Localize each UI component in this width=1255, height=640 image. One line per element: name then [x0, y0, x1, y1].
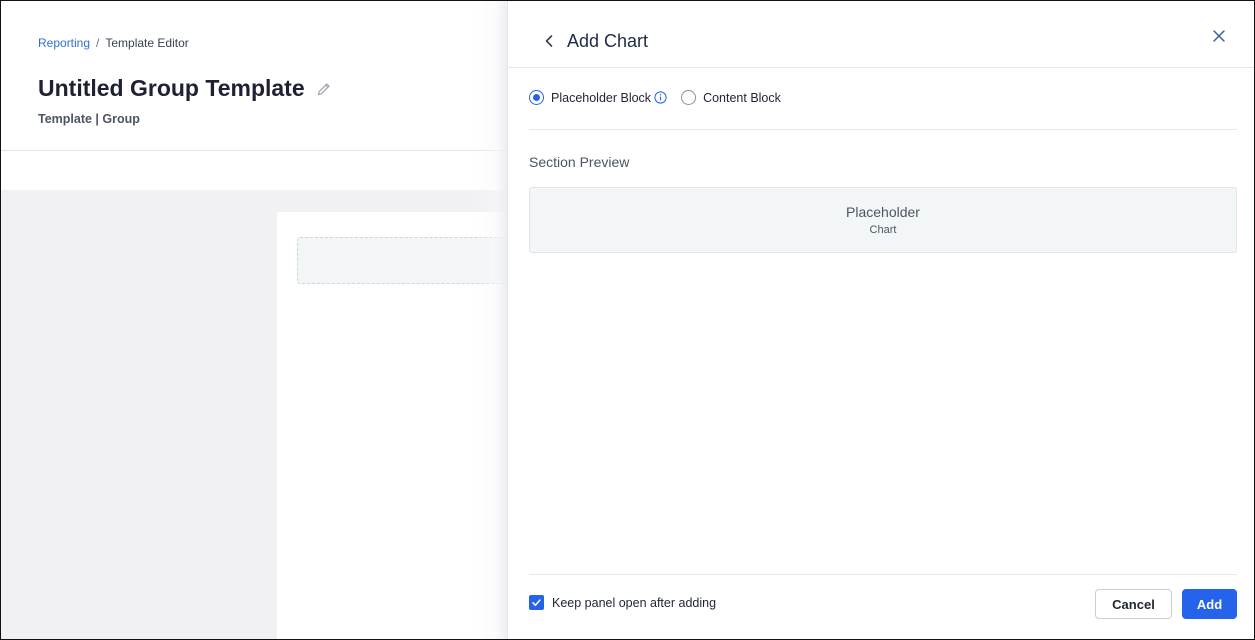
keep-panel-open-label: Keep panel open after adding — [552, 595, 717, 610]
divider — [529, 129, 1237, 130]
panel-shadow — [476, 1, 507, 639]
radio-placeholder-block[interactable]: Placeholder Block — [529, 90, 651, 105]
keep-panel-open-checkbox[interactable]: Keep panel open after adding — [529, 595, 716, 610]
breadcrumb-separator: / — [96, 36, 100, 50]
preview-subtitle: Chart — [869, 224, 897, 236]
back-button[interactable] — [542, 32, 556, 50]
preview-title: Placeholder — [846, 204, 920, 220]
block-type-radio-group: Placeholder Block Content Block — [529, 90, 781, 105]
close-button[interactable] — [1210, 27, 1228, 45]
cancel-button[interactable]: Cancel — [1095, 589, 1172, 619]
check-icon[interactable] — [529, 595, 544, 610]
info-icon[interactable] — [654, 91, 667, 104]
page-title: Untitled Group Template — [38, 75, 305, 101]
radio-button[interactable] — [681, 90, 697, 105]
pencil-icon[interactable] — [315, 80, 333, 98]
add-button[interactable]: Add — [1182, 589, 1237, 619]
add-chart-panel: Add Chart Placeholder Block Content Bloc… — [507, 1, 1254, 639]
title-row: Untitled Group Template — [38, 75, 333, 102]
panel-title: Add Chart — [567, 31, 649, 51]
breadcrumb-current: Template Editor — [105, 36, 189, 50]
section-preview: Placeholder Chart — [529, 187, 1237, 253]
breadcrumb-link-reporting[interactable]: Reporting — [38, 36, 90, 50]
footer-divider — [529, 574, 1237, 575]
app-window: Reporting / Template Editor Untitled Gro… — [0, 0, 1255, 640]
panel-header: Add Chart — [508, 1, 1254, 68]
close-icon — [1213, 30, 1225, 42]
chevron-left-icon — [545, 35, 553, 47]
radio-button-selected[interactable] — [529, 90, 544, 105]
radio-label: Content Block — [703, 90, 781, 105]
page-subtitle: Template | Group — [38, 112, 140, 126]
breadcrumb: Reporting / Template Editor — [38, 36, 189, 50]
radio-content-block[interactable]: Content Block — [681, 90, 781, 105]
radio-label: Placeholder Block — [551, 90, 652, 105]
section-preview-label: Section Preview — [529, 154, 630, 170]
